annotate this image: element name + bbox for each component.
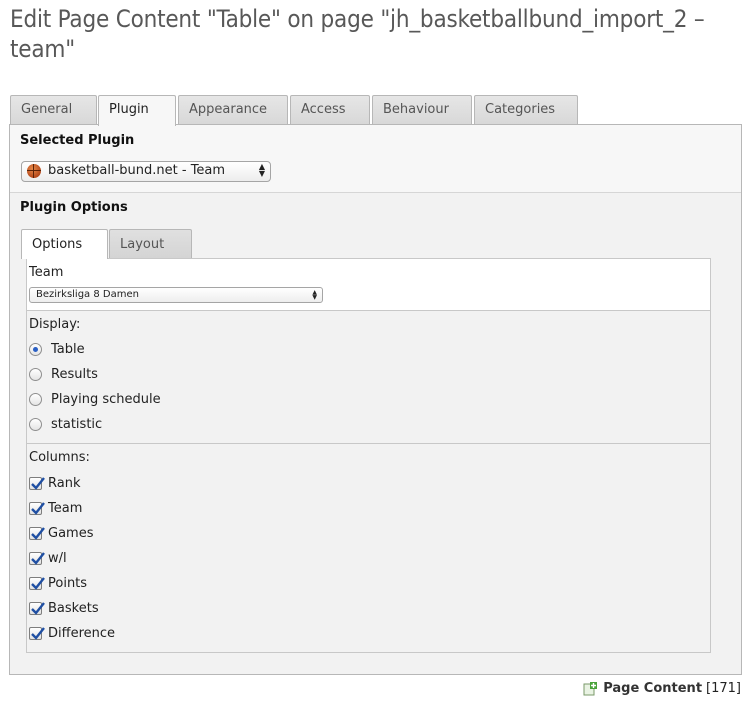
tab-options[interactable]: Options: [21, 229, 108, 259]
checkbox-checked-icon: [29, 576, 45, 590]
checkbox-label: Rank: [48, 475, 81, 491]
tab-appearance[interactable]: Appearance: [178, 95, 288, 124]
checkbox-label: Baskets: [48, 600, 99, 616]
checkbox-points[interactable]: Points: [29, 574, 87, 592]
selected-plugin-section: Selected Plugin basketball-bund.net - Te…: [10, 125, 741, 193]
radio-label: Table: [51, 341, 85, 357]
tab-categories[interactable]: Categories: [474, 95, 578, 124]
selected-plugin-heading: Selected Plugin: [20, 133, 135, 148]
basketball-icon: [27, 164, 41, 178]
radio-icon: [29, 367, 42, 381]
updown-arrows-icon: ▲ ▼: [312, 289, 317, 301]
plugin-options-heading: Plugin Options: [20, 200, 128, 215]
page-content-footer: Page Content [171]: [583, 681, 741, 696]
checkbox-baskets[interactable]: Baskets: [29, 599, 99, 617]
checkbox-difference[interactable]: Difference: [29, 624, 115, 642]
radio-label: statistic: [51, 416, 103, 432]
plugin-panel: Selected Plugin basketball-bund.net - Te…: [9, 124, 742, 675]
radio-playing-schedule[interactable]: Playing schedule: [29, 390, 161, 408]
team-select-value: Bezirksliga 8 Damen: [36, 289, 139, 300]
checkbox-games[interactable]: Games: [29, 524, 93, 542]
radio-results[interactable]: Results: [29, 365, 98, 383]
add-content-icon[interactable]: [583, 681, 598, 696]
checkbox-label: Games: [48, 525, 94, 541]
plugin-select[interactable]: basketball-bund.net - Team ▲ ▼: [21, 161, 271, 182]
checkbox-checked-icon: [29, 476, 45, 490]
checkbox-checked-icon: [29, 601, 45, 615]
display-label: Display:: [29, 317, 81, 332]
radio-icon: [29, 392, 42, 406]
options-form: Team Bezirksliga 8 Damen ▲ ▼ Display: Tab…: [26, 258, 711, 653]
checkbox-rank[interactable]: Rank: [29, 474, 80, 492]
tab-layout[interactable]: Layout: [109, 229, 192, 258]
checkbox-checked-icon: [29, 551, 45, 565]
checkbox-label: Team: [48, 500, 83, 516]
radio-table[interactable]: Table: [29, 340, 85, 358]
display-field: Display: Table Results Playing schedule …: [27, 311, 710, 444]
tab-general[interactable]: General: [10, 95, 97, 124]
checkbox-label: w/l: [48, 550, 67, 566]
radio-icon: [29, 417, 42, 431]
tab-plugin[interactable]: Plugin: [98, 95, 176, 126]
radio-selected-icon: [29, 342, 42, 356]
tab-access[interactable]: Access: [290, 95, 370, 124]
checkbox-checked-icon: [29, 501, 45, 515]
checkbox-label: Points: [48, 575, 88, 591]
checkbox-wl[interactable]: w/l: [29, 549, 67, 567]
radio-label: Results: [51, 366, 98, 382]
checkbox-team[interactable]: Team: [29, 499, 82, 517]
columns-label: Columns:: [29, 450, 90, 465]
team-label: Team: [29, 265, 64, 280]
columns-field: Columns: Rank Team Games w/l Points Bask…: [27, 444, 710, 652]
page-content-id: [171]: [706, 681, 741, 696]
radio-label: Playing schedule: [51, 391, 161, 407]
checkbox-checked-icon: [29, 626, 45, 640]
plugin-select-value: basketball-bund.net - Team: [48, 163, 226, 178]
tab-behaviour[interactable]: Behaviour: [372, 95, 472, 124]
checkbox-checked-icon: [29, 526, 45, 540]
team-select[interactable]: Bezirksliga 8 Damen ▲ ▼: [29, 287, 323, 303]
radio-statistic[interactable]: statistic: [29, 415, 102, 433]
page-content-label: Page Content: [603, 681, 703, 696]
checkbox-label: Difference: [48, 625, 116, 641]
updown-arrows-icon: ▲ ▼: [258, 162, 265, 178]
team-field: Team Bezirksliga 8 Damen ▲ ▼: [27, 259, 710, 311]
page-title: Edit Page Content "Table" on page "jh_ba…: [10, 5, 705, 63]
